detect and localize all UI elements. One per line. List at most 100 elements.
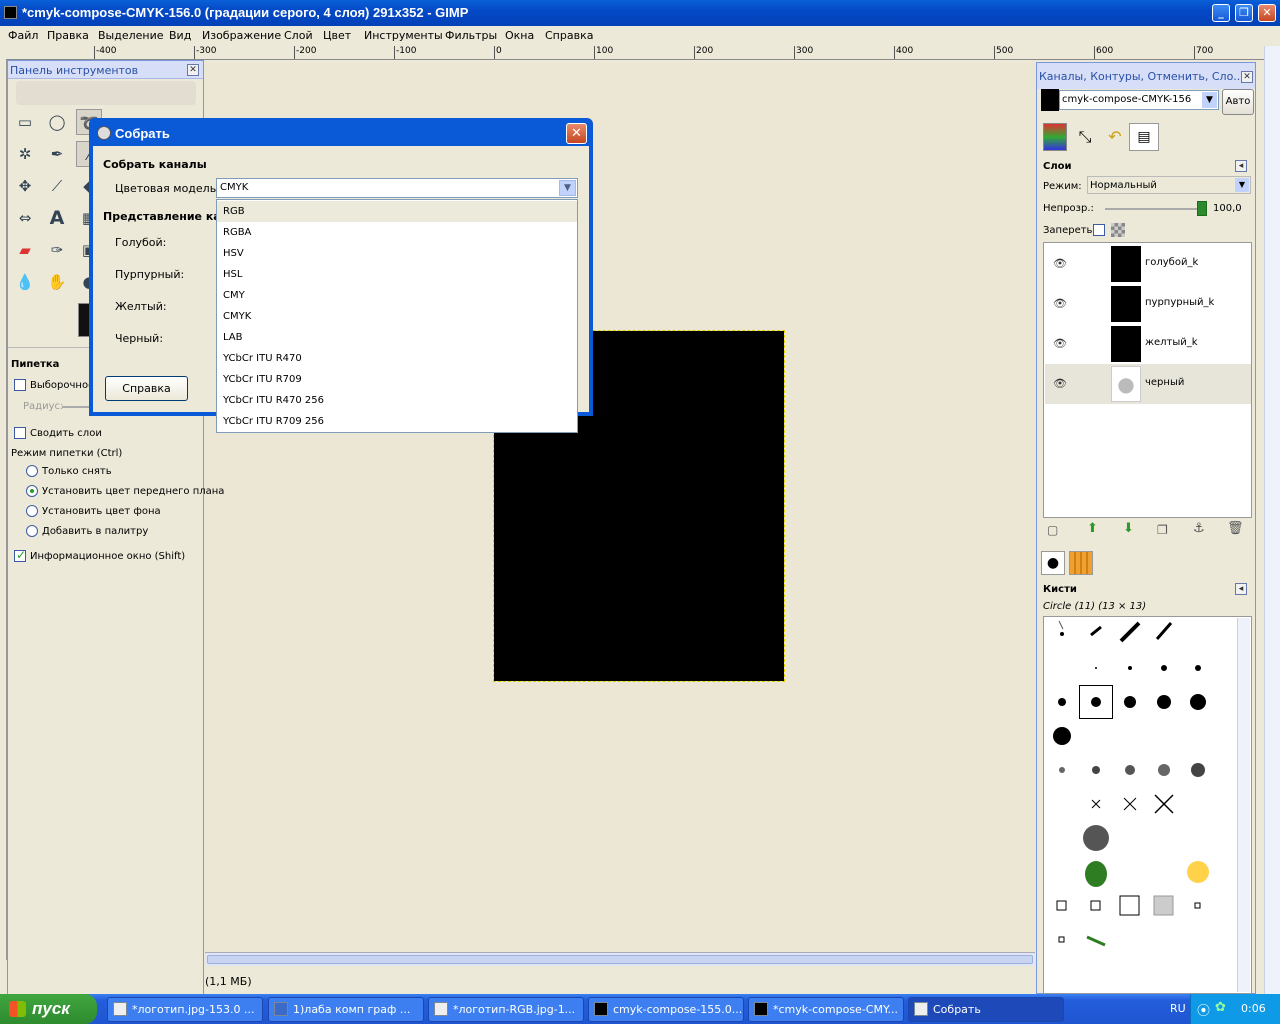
- tab-paths[interactable]: ⤡: [1071, 123, 1099, 151]
- radius-slider[interactable]: [62, 406, 90, 408]
- option-cmyk[interactable]: CMYK: [217, 306, 577, 327]
- taskbar-item-active[interactable]: Собрать: [908, 997, 1064, 1022]
- help-button[interactable]: Справка: [105, 376, 188, 401]
- maximize-button[interactable]: ❐: [1235, 4, 1253, 22]
- eye-icon[interactable]: 👁: [1053, 377, 1067, 390]
- eye-icon[interactable]: 👁: [1053, 337, 1067, 350]
- text-icon[interactable]: A: [44, 205, 70, 231]
- tab-layers[interactable]: [1043, 123, 1067, 151]
- lock-checkbox[interactable]: [1093, 224, 1105, 236]
- opacity-value[interactable]: 100,0: [1213, 203, 1242, 214]
- layer-row[interactable]: 👁 желтый_k: [1045, 324, 1251, 364]
- layer-row-selected[interactable]: 👁 ● черный: [1045, 364, 1251, 404]
- toolbox-titlebar[interactable]: Панель инструментов ✕: [8, 61, 203, 79]
- taskbar-item[interactable]: *логотип.jpg-153.0 ...: [107, 997, 263, 1022]
- delete-layer-icon[interactable]: 🗑: [1227, 521, 1244, 536]
- layer-row[interactable]: 👁 пурпурный_k: [1045, 284, 1251, 324]
- mode-set-bg-radio[interactable]: [26, 505, 38, 517]
- close-icon[interactable]: ✕: [1241, 71, 1253, 83]
- menu-file[interactable]: Файл: [8, 29, 38, 42]
- tab-channels[interactable]: ▤: [1129, 123, 1159, 151]
- network-icon[interactable]: ⦿: [1197, 1000, 1210, 1019]
- horizontal-scrollbar[interactable]: [205, 952, 1035, 966]
- sample-average-checkbox[interactable]: [14, 379, 26, 391]
- option-ycbcr-709[interactable]: YCbCr ITU R709: [217, 369, 577, 390]
- language-indicator[interactable]: RU: [1170, 1002, 1186, 1015]
- dialog-titlebar[interactable]: Собрать ✕: [93, 122, 589, 144]
- minimize-button[interactable]: _: [1212, 4, 1230, 22]
- gear-icon[interactable]: ✿: [1215, 1000, 1226, 1015]
- duplicate-layer-icon[interactable]: ❐: [1157, 523, 1168, 537]
- menu-windows[interactable]: Окна: [505, 29, 534, 42]
- collapse-icon[interactable]: ◂: [1235, 583, 1247, 595]
- taskbar-item[interactable]: *cmyk-compose-CMY...: [748, 997, 904, 1022]
- option-rgba[interactable]: RGBA: [217, 222, 577, 243]
- opacity-slider-handle[interactable]: [1197, 201, 1207, 216]
- layer-mode-select[interactable]: Нормальный ▼: [1087, 176, 1251, 194]
- move-icon[interactable]: ✥: [12, 173, 38, 199]
- merge-layers-checkbox[interactable]: [14, 427, 26, 439]
- brush-samples[interactable]: [1040, 617, 1220, 957]
- eraser-icon[interactable]: ▰: [12, 237, 38, 263]
- menu-help[interactable]: Справка: [545, 29, 593, 42]
- close-button[interactable]: ✕: [1258, 4, 1276, 22]
- lock-alpha-icon[interactable]: [1111, 223, 1125, 237]
- menu-image[interactable]: Изображение: [202, 29, 281, 42]
- image-selector[interactable]: cmyk-compose-CMYK-156 ▼: [1059, 90, 1219, 110]
- layer-name[interactable]: желтый_k: [1145, 337, 1198, 348]
- option-hsl[interactable]: HSL: [217, 264, 577, 285]
- scrollbar-thumb[interactable]: [207, 955, 1033, 964]
- tab-patterns[interactable]: [1069, 551, 1093, 575]
- option-hsv[interactable]: HSV: [217, 243, 577, 264]
- lower-layer-icon[interactable]: ⬇: [1123, 521, 1134, 536]
- eye-icon[interactable]: 👁: [1053, 297, 1067, 310]
- dock-titlebar[interactable]: Каналы, Контуры, Отменить, Сло... ✕: [1037, 63, 1255, 89]
- smudge-icon[interactable]: ✋: [44, 269, 70, 295]
- option-ycbcr-470-256[interactable]: YCbCr ITU R470 256: [217, 390, 577, 411]
- close-icon[interactable]: ✕: [187, 64, 199, 76]
- paths-icon[interactable]: ✒: [44, 141, 70, 167]
- tab-brushes[interactable]: ●: [1041, 551, 1065, 575]
- chevron-down-icon[interactable]: ▼: [1202, 92, 1217, 108]
- tab-undo[interactable]: ↶: [1101, 123, 1129, 151]
- menu-filters[interactable]: Фильтры: [445, 29, 497, 42]
- taskbar-item[interactable]: *логотип-RGB.jpg-1...: [428, 997, 584, 1022]
- airbrush-icon[interactable]: ✑: [44, 237, 70, 263]
- menu-view[interactable]: Вид: [169, 29, 191, 42]
- option-rgb[interactable]: RGB: [217, 201, 577, 222]
- option-lab[interactable]: LAB: [217, 327, 577, 348]
- layer-row[interactable]: 👁 голубой_k: [1045, 244, 1251, 284]
- close-icon[interactable]: ✕: [566, 123, 587, 144]
- menu-color[interactable]: Цвет: [323, 29, 351, 42]
- chevron-down-icon[interactable]: ▼: [1235, 178, 1249, 192]
- vertical-scrollbar[interactable]: [1264, 46, 1280, 994]
- mode-set-fg-radio[interactable]: [26, 485, 38, 497]
- menu-tools[interactable]: Инструменты: [364, 29, 443, 42]
- option-ycbcr-709-256[interactable]: YCbCr ITU R709 256: [217, 411, 577, 432]
- flip-icon[interactable]: ⇔: [12, 205, 38, 231]
- new-layer-icon[interactable]: ▢: [1047, 523, 1058, 537]
- info-window-checkbox[interactable]: [14, 548, 26, 562]
- window-titlebar[interactable]: *cmyk-compose-CMYK-156.0 (градации серог…: [0, 0, 1280, 26]
- opacity-slider[interactable]: [1105, 208, 1205, 210]
- fuzzy-select-icon[interactable]: ✲: [12, 141, 38, 167]
- rect-select-icon[interactable]: ▭: [12, 109, 38, 135]
- ellipse-select-icon[interactable]: ◯: [44, 109, 70, 135]
- eye-icon[interactable]: 👁: [1053, 257, 1067, 270]
- option-cmy[interactable]: CMY: [217, 285, 577, 306]
- crop-icon[interactable]: ⟋: [44, 173, 70, 199]
- layer-name[interactable]: голубой_k: [1145, 257, 1198, 268]
- menu-select[interactable]: Выделение: [98, 29, 164, 42]
- raise-layer-icon[interactable]: ⬆: [1087, 521, 1098, 536]
- menu-layer[interactable]: Слой: [284, 29, 313, 42]
- mode-pick-only-radio[interactable]: [26, 465, 38, 477]
- layer-name[interactable]: черный: [1145, 377, 1184, 388]
- anchor-layer-icon[interactable]: ⚓: [1193, 521, 1205, 536]
- menu-edit[interactable]: Правка: [47, 29, 89, 42]
- option-ycbcr-470[interactable]: YCbCr ITU R470: [217, 348, 577, 369]
- mode-add-palette-radio[interactable]: [26, 525, 38, 537]
- taskbar-item[interactable]: cmyk-compose-155.0...: [588, 997, 744, 1022]
- start-button[interactable]: пуск: [0, 994, 97, 1024]
- chevron-down-icon[interactable]: ▼: [559, 180, 576, 196]
- color-model-select[interactable]: CMYK ▼: [216, 178, 578, 198]
